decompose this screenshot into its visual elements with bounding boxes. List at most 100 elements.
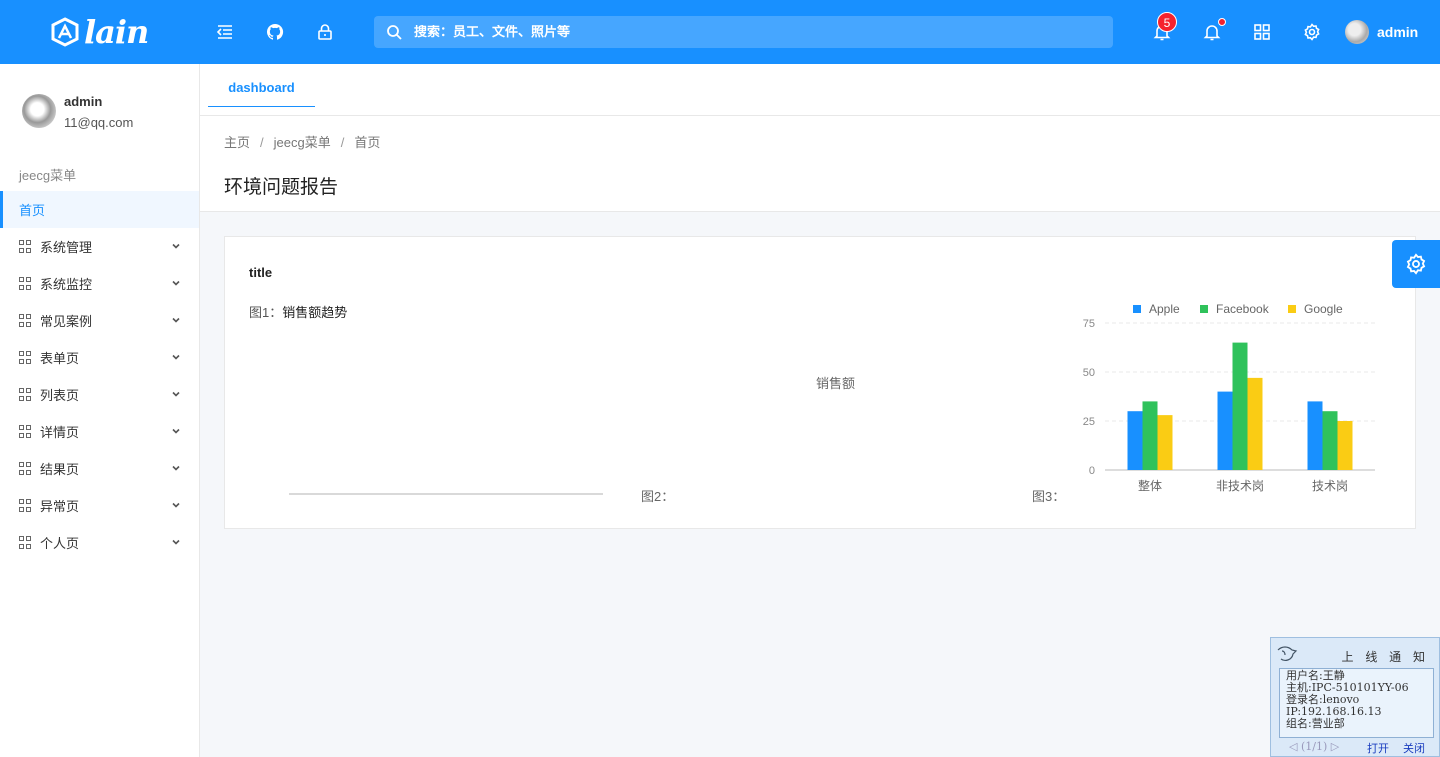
appstore-icon: [19, 462, 32, 475]
search-input[interactable]: [414, 24, 1094, 40]
bar: [1127, 411, 1143, 470]
sidebar-item-label: 系统管理: [40, 240, 93, 255]
legend-swatch: [1200, 305, 1208, 313]
legend-label: Google: [1304, 302, 1343, 316]
search-bar[interactable]: [374, 16, 1113, 48]
page-header: 主页 / jeecg菜单 / 首页 环境问题报告: [200, 116, 1440, 212]
sidebar-item-system-management[interactable]: 系统管理: [0, 228, 199, 265]
appstore-icon: [19, 536, 32, 549]
tab-bar: dashboard: [200, 64, 1440, 116]
sidebar-item-system-monitor[interactable]: 系统监控: [0, 265, 199, 302]
sidebar-item-label: 常见案例: [40, 314, 93, 329]
top-header: lain 5 admin: [0, 0, 1440, 64]
legend-label: Apple: [1149, 302, 1180, 316]
bar: [1157, 415, 1173, 470]
user-menu[interactable]: admin: [1345, 20, 1418, 44]
y-tick-label: 75: [1083, 318, 1095, 330]
sidebar-item-label: 表单页: [40, 351, 80, 366]
appstore-icon: [19, 425, 32, 438]
chevron-down-icon: [172, 502, 180, 508]
menu-fold-icon[interactable]: [213, 20, 237, 44]
unread-dot: [1218, 18, 1226, 26]
header-user-name: admin: [1377, 24, 1419, 40]
notification-badge: 5: [1157, 12, 1177, 32]
setting-icon[interactable]: [1300, 20, 1324, 44]
sidebar-avatar: [22, 94, 56, 128]
bar: [1142, 401, 1158, 470]
report-card: title 图1：销售额趋势 销售额 图2： 图3： Apple Facebook…: [224, 236, 1416, 529]
chevron-down-icon: [172, 391, 180, 397]
bar: [1337, 421, 1353, 470]
sidebar-item-label: 首页: [19, 203, 46, 218]
chevron-down-icon: [172, 243, 180, 249]
legend-swatch: [1288, 305, 1296, 313]
sidebar-item-exception-page[interactable]: 异常页: [0, 487, 199, 524]
bar-chart: Apple Facebook Google 0 25 50 75 整体 非技术岗 技术岗: [1083, 302, 1375, 493]
appstore-icon: [19, 314, 32, 327]
sidebar-item-form-page[interactable]: 表单页: [0, 339, 199, 376]
sidebar-item-label: 列表页: [40, 388, 80, 403]
sidebar-item-result-page[interactable]: 结果页: [0, 450, 199, 487]
sidebar-item-label: 个人页: [40, 536, 80, 551]
notice-line: 组名:营业部: [1286, 717, 1345, 730]
logo-text: lain: [84, 13, 149, 51]
notice-open-button[interactable]: 打开: [1367, 740, 1389, 756]
notice-title: 上 线 通 知: [1341, 650, 1429, 664]
figure3-label: 图3：: [1032, 489, 1066, 504]
sidebar-item-common-cases[interactable]: 常见案例: [0, 302, 199, 339]
y-tick-label: 0: [1089, 465, 1095, 477]
chevron-down-icon: [172, 317, 180, 323]
sidebar-item-detail-page[interactable]: 详情页: [0, 413, 199, 450]
apps-icon[interactable]: [1250, 20, 1274, 44]
sidebar-item-label: 异常页: [40, 499, 80, 514]
x-tick-label: 整体: [1138, 478, 1162, 493]
tab-dashboard[interactable]: dashboard: [208, 80, 315, 107]
appstore-icon: [19, 240, 32, 253]
x-tick-label: 非技术岗: [1216, 479, 1264, 493]
bar: [1217, 391, 1233, 470]
sidebar-item-label: 详情页: [40, 425, 80, 440]
chevron-down-icon: [172, 354, 180, 360]
y-tick-label: 50: [1083, 367, 1095, 379]
logo[interactable]: lain: [50, 12, 149, 52]
breadcrumb-item[interactable]: jeecg菜单: [274, 135, 331, 150]
sidebar-item-home[interactable]: 首页: [0, 191, 199, 228]
bar: [1247, 377, 1263, 470]
breadcrumb-item: 首页: [354, 135, 381, 150]
sidebar-user-info[interactable]: admin 11@qq.com: [22, 92, 133, 130]
x-tick-label: 技术岗: [1312, 479, 1348, 493]
logo-icon: [51, 17, 79, 47]
figure1-name: 销售额趋势: [282, 305, 348, 320]
appstore-icon: [19, 388, 32, 401]
appstore-icon: [19, 277, 32, 290]
github-icon[interactable]: [263, 20, 287, 44]
figure1-label: 图1：销售额趋势: [249, 302, 347, 321]
breadcrumb-item[interactable]: 主页: [224, 135, 250, 150]
avatar: [1345, 20, 1369, 44]
notice-close-button[interactable]: 关闭: [1403, 740, 1425, 756]
appstore-icon: [19, 499, 32, 512]
sales-label: 销售额: [816, 376, 856, 391]
page-title: 环境问题报告: [224, 177, 339, 198]
chevron-down-icon: [172, 539, 180, 545]
figure2-label: 图2：: [641, 489, 675, 504]
sidebar-item-label: 结果页: [40, 462, 80, 477]
legend-swatch: [1133, 305, 1141, 313]
lock-icon[interactable]: [313, 20, 337, 44]
sidebar: admin 11@qq.com jeecg菜单 首页 系统管理 系统监控 常见案…: [0, 64, 200, 757]
sidebar-item-list-page[interactable]: 列表页: [0, 376, 199, 413]
search-icon: [387, 25, 402, 40]
bar: [1232, 342, 1248, 470]
figure1-prefix: 图1：: [249, 305, 283, 320]
bell-dot-icon[interactable]: [1200, 18, 1226, 44]
setting-icon: [1406, 253, 1426, 275]
sidebar-item-label: 系统监控: [40, 277, 93, 292]
y-tick-label: 25: [1083, 416, 1095, 428]
sidebar-item-profile-page[interactable]: 个人页: [0, 524, 199, 561]
bell-icon[interactable]: 5: [1150, 12, 1177, 44]
chevron-down-icon: [172, 280, 180, 286]
breadcrumb: 主页 / jeecg菜单 / 首页: [224, 135, 381, 150]
notice-footer: ◁ (1/1) ▷ 打开 关闭: [1289, 740, 1439, 756]
notice-pager[interactable]: ◁ (1/1) ▷: [1289, 740, 1339, 753]
theme-setting-button[interactable]: [1392, 240, 1440, 288]
